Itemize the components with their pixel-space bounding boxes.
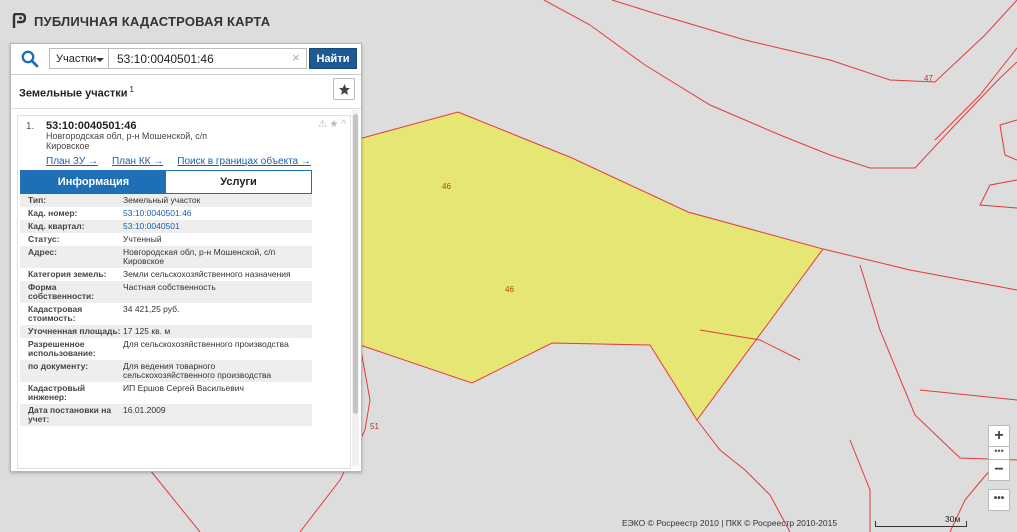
attr-key: Тип: bbox=[28, 195, 47, 205]
more-options-button[interactable]: ••• bbox=[988, 489, 1010, 511]
attr-value: Для ведения товарного сельскохозяйственн… bbox=[123, 361, 272, 380]
search-button[interactable]: Найти bbox=[309, 48, 357, 69]
attr-row: по документу: Для ведения товарного сельс… bbox=[20, 360, 312, 382]
attr-value: Земельный участок bbox=[123, 195, 201, 205]
attr-key: Адрес: bbox=[28, 247, 57, 257]
attr-value-link[interactable]: 53:10:0040501 bbox=[123, 222, 312, 231]
rosreestr-logo-icon bbox=[12, 13, 26, 28]
map-label-46: 46 bbox=[505, 285, 514, 294]
attr-row: Адрес: Новгородская обл, р-н Мошенской, с… bbox=[20, 246, 312, 268]
attr-key: Кадастровый инженер: bbox=[28, 383, 86, 402]
tab-info[interactable]: Информация bbox=[21, 171, 166, 193]
attr-row: Уточненная площадь: 17 125 кв. м bbox=[20, 325, 312, 338]
attr-key: Форма собственности: bbox=[28, 282, 95, 301]
attr-key: Кад. номер: bbox=[28, 208, 78, 218]
zoom-in-button[interactable]: + bbox=[988, 425, 1010, 447]
attr-value: Учтенный bbox=[123, 234, 162, 244]
attr-value: 16.01.2009 bbox=[123, 405, 166, 415]
attr-row: Категория земель: Земли сельскохозяйствен… bbox=[20, 268, 312, 281]
plan-zu-link[interactable]: План ЗУ → bbox=[46, 156, 98, 167]
search-type-value: Участки bbox=[56, 53, 97, 65]
chevron-down-icon bbox=[96, 58, 104, 62]
attr-row: Дата постановки на учет: 16.01.2009 bbox=[20, 404, 312, 426]
attr-key: Разрешенное использование: bbox=[28, 339, 96, 358]
attr-key: Категория земель: bbox=[28, 269, 107, 279]
result-card: 1. 53:10:0040501:46 Новгородская обл, р-… bbox=[17, 115, 351, 469]
attribute-table: Тип: Земельный участок Кад. номер: 53:10:0… bbox=[20, 194, 312, 426]
attr-value: Для сельскохозяйственного производства bbox=[123, 339, 289, 349]
map-attribution: ЕЭКО © Росреестр 2010 | ПКК © Росреестр … bbox=[622, 518, 838, 528]
attr-value-link[interactable]: 53:10:0040501:46 bbox=[123, 209, 312, 218]
attr-row: Кад. квартал: 53:10:0040501 bbox=[20, 220, 312, 233]
attr-key: Кад. квартал: bbox=[28, 221, 85, 231]
search-input[interactable] bbox=[109, 48, 307, 69]
clear-icon[interactable]: × bbox=[292, 50, 300, 65]
attr-value: Земли сельскохозяйственного назначения bbox=[123, 269, 291, 279]
attr-row: Форма собственности: Частная собственност… bbox=[20, 281, 312, 303]
scrollbar-thumb[interactable] bbox=[353, 114, 358, 414]
zoom-slider[interactable]: ••• bbox=[988, 447, 1010, 459]
results-title-text: Земельные участки bbox=[19, 87, 128, 100]
result-card-head: 1. 53:10:0040501:46 Новгородская обл, р-… bbox=[18, 116, 350, 168]
attr-key: Статус: bbox=[28, 234, 60, 244]
search-panel: Участки × Найти Земельные участки1 1. 53… bbox=[10, 43, 362, 472]
page-title: ПУБЛИЧНАЯ КАДАСТРОВАЯ КАРТА bbox=[34, 13, 271, 29]
attr-value: Новгородская обл, р-н Мошенской, с/п Кир… bbox=[123, 247, 276, 266]
attr-key: Кадастровая стоимость: bbox=[28, 304, 83, 323]
scale-label: 30м bbox=[945, 514, 961, 524]
attr-row: Кад. номер: 53:10:0040501:46 bbox=[20, 207, 312, 220]
attr-row: Статус: Учтенный bbox=[20, 233, 312, 246]
result-address: Новгородская обл, р-н Мошенской, с/п Кир… bbox=[46, 131, 208, 151]
attr-value: 34 421,25 руб. bbox=[123, 304, 180, 314]
results-title: Земельные участки 1 bbox=[19, 85, 134, 100]
favorites-button[interactable] bbox=[333, 78, 355, 100]
result-links: План ЗУ → План КК → Поиск в границах объ… bbox=[46, 156, 311, 167]
search-type-select[interactable]: Участки bbox=[49, 48, 109, 69]
attr-value: Частная собственность bbox=[123, 282, 216, 292]
results-header: Земельные участки 1 bbox=[11, 75, 361, 109]
result-tabs: Информация Услуги bbox=[20, 170, 312, 194]
result-index: 1. bbox=[26, 121, 35, 132]
result-action-icons[interactable]: ⚠ ★ ^ bbox=[318, 119, 346, 130]
search-icon[interactable] bbox=[20, 49, 40, 69]
attr-row: Кадастровая стоимость: 34 421,25 руб. bbox=[20, 303, 312, 325]
attr-value: 17 125 кв. м bbox=[123, 326, 171, 336]
results-count: 1 bbox=[129, 85, 134, 94]
map-label-46-small: 46 bbox=[442, 182, 451, 191]
attr-row: Кадастровый инженер: ИП Ершов Сергей Васи… bbox=[20, 382, 312, 404]
brand-header: ПУБЛИЧНАЯ КАДАСТРОВАЯ КАРТА bbox=[12, 13, 270, 29]
zoom-out-button[interactable]: − bbox=[988, 459, 1010, 481]
tab-services[interactable]: Услуги bbox=[166, 171, 311, 193]
star-icon bbox=[338, 83, 350, 95]
attr-key: Уточненная площадь: bbox=[28, 326, 121, 336]
attr-value: ИП Ершов Сергей Васильевич bbox=[123, 383, 244, 393]
map-label-51: 51 bbox=[370, 422, 379, 431]
attr-row: Тип: Земельный участок bbox=[20, 194, 312, 207]
attr-row: Разрешенное использование: Для сельскохоз… bbox=[20, 338, 312, 360]
map-label-47: 47 bbox=[924, 74, 933, 83]
search-bar: Участки × Найти bbox=[11, 44, 361, 75]
attr-key: Дата постановки на учет: bbox=[28, 405, 112, 424]
plan-kk-link[interactable]: План КК → bbox=[112, 156, 163, 167]
attr-key: по документу: bbox=[28, 361, 89, 371]
search-in-bounds-link[interactable]: Поиск в границах объекта → bbox=[177, 156, 311, 167]
